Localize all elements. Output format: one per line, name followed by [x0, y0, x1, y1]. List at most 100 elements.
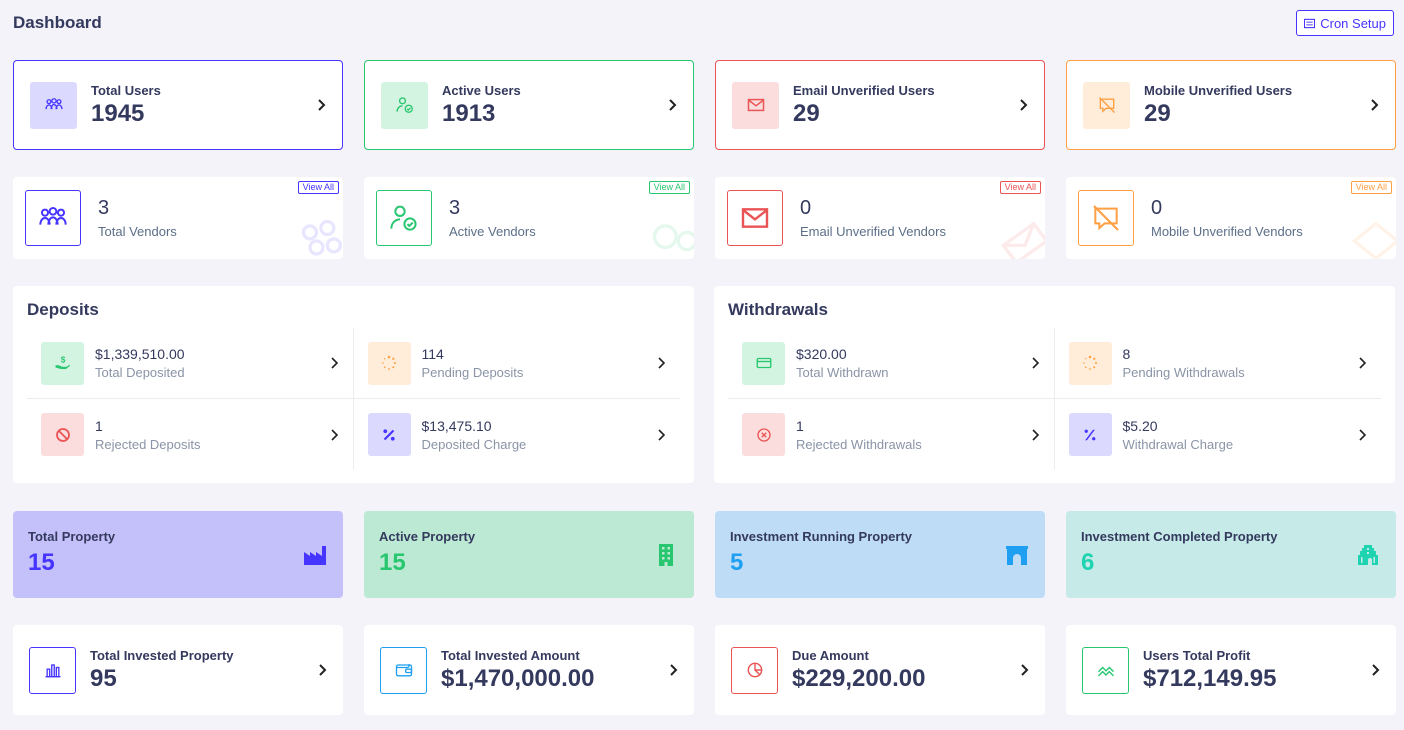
times-circle-icon	[742, 413, 785, 456]
percent-icon	[367, 413, 411, 456]
due-amount-card[interactable]: Due Amount $229,200.00	[715, 625, 1045, 715]
users-total-profit-card[interactable]: Users Total Profit $712,149.95	[1066, 625, 1396, 715]
view-all-link[interactable]: View All	[297, 181, 339, 194]
vendor-label: Mobile Unverified Vendors	[1151, 224, 1303, 239]
deposits-panel: Deposits $ $1,339,510.00 Total Deposited …	[13, 286, 694, 483]
card-value: 6	[1081, 549, 1095, 576]
page-title: Dashboard	[13, 13, 102, 32]
chevron-right-icon	[1021, 664, 1029, 676]
cron-setup-button[interactable]: Cron Setup	[1296, 10, 1394, 36]
item-amount: $5.20	[1122, 417, 1158, 434]
item-label: Rejected Withdrawals	[796, 436, 922, 452]
investment-completed-property-card: Investment Completed Property 6	[1066, 511, 1396, 598]
svg-text:$: $	[60, 355, 65, 364]
chevron-right-icon	[330, 428, 338, 441]
vendor-count: 0	[1151, 197, 1163, 219]
item-label: Rejected Deposits	[95, 436, 201, 452]
envelope-watermark-icon	[1001, 221, 1045, 259]
money-bill-icon	[742, 341, 785, 385]
users-icon	[30, 81, 77, 129]
total-invested-property-card[interactable]: Total Invested Property 95	[13, 625, 343, 715]
chevron-right-icon	[658, 428, 666, 441]
card-value: $712,149.95	[1143, 664, 1277, 692]
user-check-icon	[381, 81, 428, 129]
chevron-right-icon	[1359, 428, 1367, 441]
comment-slash-icon	[1083, 81, 1130, 129]
chevron-right-icon	[1372, 664, 1380, 676]
total-withdrawn-item[interactable]: $320.00 Total Withdrawn	[728, 328, 1055, 399]
chevron-right-icon	[319, 664, 327, 676]
card-label: Total Property	[28, 529, 116, 544]
vendor-count: 3	[98, 197, 110, 219]
email-unverified-users-card[interactable]: Email Unverified Users 29	[715, 60, 1045, 150]
list-icon	[1304, 18, 1316, 28]
users-icon	[25, 190, 81, 246]
user-check-icon	[376, 190, 432, 246]
percent-icon	[1068, 413, 1112, 456]
archway-icon	[1006, 546, 1028, 565]
card-label: Due Amount	[792, 647, 869, 663]
pending-deposits-item[interactable]: 114 Pending Deposits	[353, 328, 680, 399]
comment-slash-icon	[1078, 190, 1134, 246]
card-label: Active Property	[379, 529, 476, 544]
item-amount: 8	[1122, 346, 1131, 362]
total-deposited-item[interactable]: $ $1,339,510.00 Total Deposited	[27, 328, 354, 399]
rejected-deposits-item[interactable]: 1 Rejected Deposits	[27, 399, 354, 470]
view-all-link[interactable]: View All	[999, 181, 1041, 194]
total-users-card[interactable]: Total Users 1945	[13, 60, 343, 150]
card-label: Investment Running Property	[730, 529, 913, 544]
gopuram-icon	[1358, 545, 1378, 565]
item-amount: $1,339,510.00	[95, 346, 185, 362]
users-watermark-icon	[301, 219, 342, 256]
chevron-right-icon	[669, 99, 677, 111]
card-value: $229,200.00	[792, 664, 926, 692]
ban-icon	[41, 413, 84, 456]
pending-withdrawals-item[interactable]: 8 Pending Withdrawals	[1054, 328, 1381, 399]
total-invested-amount-card[interactable]: Total Invested Amount $1,470,000.00	[364, 625, 694, 715]
item-amount: 1	[95, 417, 103, 434]
item-amount: 1	[796, 417, 804, 434]
active-users-card[interactable]: Active Users 1913	[364, 60, 694, 150]
vendor-label: Active Vendors	[449, 224, 536, 239]
comment-slash-watermark-icon	[1351, 221, 1396, 259]
rejected-withdrawals-item[interactable]: 1 Rejected Withdrawals	[728, 399, 1055, 470]
chart-line-icon	[1082, 646, 1129, 694]
view-all-link[interactable]: View All	[648, 181, 690, 194]
chevron-right-icon	[1031, 428, 1039, 441]
topbar: Dashboard Cron Setup	[13, 10, 1394, 36]
user-check-watermark-icon	[652, 224, 694, 252]
active-property-card: Active Property 15	[364, 511, 694, 598]
vendor-label: Total Vendors	[98, 224, 177, 239]
chevron-right-icon	[330, 357, 338, 369]
chart-pie-icon	[731, 646, 778, 694]
building-icon	[659, 544, 673, 566]
card-value: 29	[1144, 99, 1171, 127]
item-amount: $320.00	[796, 346, 847, 362]
mobile-unverified-users-card[interactable]: Mobile Unverified Users 29	[1066, 60, 1396, 150]
investment-widgets: Total Invested Property 95 Total Invested…	[13, 625, 1396, 715]
withdrawal-charge-item[interactable]: $5.20 Withdrawal Charge	[1055, 399, 1382, 470]
card-label: Active Users	[442, 82, 521, 98]
item-label: Total Withdrawn	[796, 365, 889, 380]
card-label: Investment Completed Property	[1081, 529, 1278, 544]
vendor-count: 0	[800, 197, 812, 219]
cron-setup-label: Cron Setup	[1320, 15, 1386, 31]
item-label: Pending Withdrawals	[1122, 365, 1245, 380]
vendor-widgets: 3 Total Vendors View All 3 Active Vendors …	[13, 177, 1396, 259]
wallet-icon	[380, 646, 427, 694]
withdrawals-title: Withdrawals	[728, 300, 828, 319]
envelope-icon	[727, 190, 783, 246]
item-amount: $13,475.10	[421, 417, 492, 434]
deposited-charge-item[interactable]: $13,475.10 Deposited Charge	[354, 399, 681, 470]
chevron-right-icon	[658, 357, 666, 369]
card-value: 1913	[442, 99, 496, 127]
investment-running-property-card: Investment Running Property 5	[715, 511, 1045, 598]
chevron-right-icon	[670, 664, 678, 676]
chevron-right-icon	[1371, 99, 1379, 111]
card-label: Total Invested Property	[90, 647, 234, 663]
chevron-right-icon	[1031, 357, 1039, 369]
user-widgets: Total Users 1945 Active Users 1913 Email U…	[13, 60, 1396, 150]
view-all-link[interactable]: View All	[1350, 181, 1392, 194]
total-property-card: Total Property 15	[13, 511, 343, 598]
card-value: $1,470,000.00	[441, 664, 595, 692]
